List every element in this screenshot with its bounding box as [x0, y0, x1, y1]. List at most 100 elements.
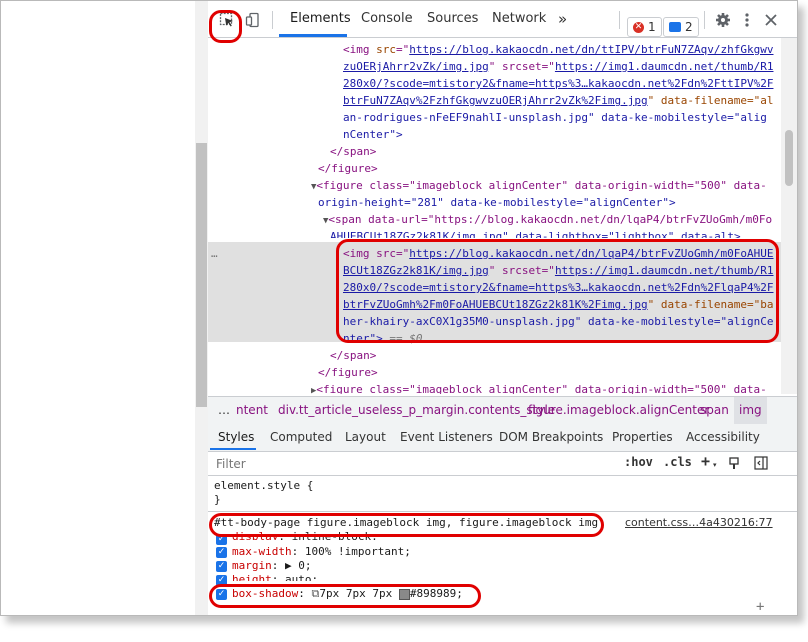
class-toggle[interactable]: .cls [663, 455, 692, 469]
dom-line[interactable]: btrFuN7ZAqv%2FzhfGkgwvzuOERjAhrr2vZk%2Fi… [343, 92, 773, 109]
css-selector[interactable]: #tt-body-page figure.imageblock img, fig… [214, 516, 598, 530]
message-icon [669, 22, 681, 32]
srcset-link-cont[interactable]: 280x0/?scode=mtistory2&fname=https%3…kak… [343, 281, 773, 294]
dom-line[interactable]: 280x0/?scode=mtistory2&fname=https%3…kak… [343, 75, 773, 92]
screenshot-frame: Elements Console Sources Network » ✕ 1 2 [0, 0, 798, 616]
srcset-link-cont[interactable]: 280x0/?scode=mtistory2&fname=https%3…kak… [343, 77, 773, 90]
elements-scrollbar-thumb[interactable] [785, 130, 793, 186]
color-swatch[interactable] [398, 588, 410, 600]
more-tabs-button[interactable]: » [558, 1, 567, 37]
more-menu-icon[interactable] [738, 11, 756, 29]
dom-line[interactable]: ▼<span data-url="https://blog.kakaocdn.n… [323, 211, 772, 228]
element-style-rule[interactable]: element.style { [214, 479, 313, 493]
elements-scrollbar[interactable] [781, 38, 797, 394]
dom-attr-text: AHUEBCUt18ZGz2k81K/img.jpg" data-lightbo… [330, 230, 741, 238]
selected-node-marker: == $0 [382, 332, 423, 345]
img-src-link[interactable]: https://blog.kakaocdn.net/dn/lqaP4/btrFv… [409, 247, 773, 260]
tab-sources[interactable]: Sources [427, 1, 478, 37]
dom-line[interactable]: nCenter"> [343, 126, 403, 143]
close-icon[interactable] [762, 11, 780, 29]
property-checkbox[interactable]: ✓ [216, 589, 227, 600]
dom-line[interactable]: ▶<figure class="imageblock alignCenter" … [311, 381, 767, 394]
css-declaration[interactable]: display: inline-block; [232, 530, 378, 540]
dom-line-selected[interactable]: nter"> == $0 [343, 330, 423, 347]
property-checkbox[interactable]: ✓ [216, 534, 227, 545]
dom-attr-text: " data-filename="ba [647, 298, 774, 311]
tab-network[interactable]: Network [492, 1, 546, 37]
srcset-link[interactable]: https://img1.daumcdn.net/thumb/R1 [555, 264, 774, 277]
property-checkbox[interactable]: ✓ [216, 575, 227, 586]
hover-state-toggle[interactable]: :hov [624, 455, 653, 469]
node-actions-ellipsis[interactable]: … [211, 245, 218, 262]
toolbar-divider [272, 11, 273, 29]
breadcrumb-item[interactable]: div.tt_article_useless_p_margin.contents… [278, 397, 555, 424]
message-badge[interactable]: 2 [663, 17, 699, 37]
css-declaration[interactable]: margin: ▶ 0; [232, 559, 312, 573]
active-tab-indicator [279, 34, 347, 37]
tab-dom-breakpoints[interactable]: DOM Breakpoints [499, 424, 603, 450]
dom-line-selected[interactable]: <img src="https://blog.kakaocdn.net/dn/l… [343, 245, 773, 262]
dom-line[interactable]: </span> [330, 143, 376, 160]
breadcrumb-item[interactable]: figure.imageblock.alignCenter [528, 397, 709, 424]
property-checkbox[interactable]: ✓ [216, 561, 227, 572]
dom-line-selected[interactable]: 280x0/?scode=mtistory2&fname=https%3…kak… [343, 279, 773, 296]
tab-properties[interactable]: Properties [612, 424, 673, 450]
paint-bucket-icon[interactable] [726, 454, 744, 472]
dom-close-tag: </figure> [318, 366, 378, 379]
img-src-link-cont[interactable]: BCUt18ZGz2k81K/img.jpg [343, 264, 489, 277]
dom-open-tag: <span data-url="https://blog.kakaocdn.ne… [328, 213, 773, 226]
tab-styles[interactable]: Styles [218, 424, 254, 450]
styles-filter-bar: :hov .cls + ▾ [208, 452, 797, 476]
tab-console[interactable]: Console [361, 1, 413, 37]
breadcrumb-item[interactable]: ntent [236, 397, 268, 424]
device-toggle-icon[interactable] [244, 11, 262, 29]
dom-line[interactable]: </figure> [318, 160, 378, 177]
srcset-link-cont[interactable]: btrFuN7ZAqv%2FzhfGkgwvzuOERjAhrr2vZk%2Fi… [343, 94, 648, 107]
tab-computed[interactable]: Computed [270, 424, 332, 450]
page-viewport [1, 1, 195, 615]
dom-line[interactable]: origin-height="281" data-ke-mobilestyle=… [318, 194, 676, 211]
property-checkbox[interactable]: ✓ [216, 547, 227, 558]
rule-close-brace: } [214, 493, 221, 506]
css-declaration-box-shadow[interactable]: box-shadow: ⧉7px 7px 7px #898989; [232, 587, 463, 601]
tab-event-listeners[interactable]: Event Listeners [400, 424, 493, 450]
new-rule-button[interactable]: + [701, 452, 710, 470]
img-src-link-cont[interactable]: zuOERjAhrr2vZk/img.jpg [343, 60, 489, 73]
dom-line-selected[interactable]: btrFvZUoGmh%2Fm0FoAHUEBCUt18ZGz2k81K%2Fi… [343, 296, 773, 313]
css-declaration[interactable]: max-width: 100% !important; [232, 545, 411, 559]
srcset-link[interactable]: https://img1.daumcdn.net/thumb/R1 [555, 60, 774, 73]
dom-attr-text: " srcset=" [488, 60, 555, 73]
tab-layout[interactable]: Layout [345, 424, 386, 450]
css-declaration[interactable]: height: auto; [232, 573, 318, 581]
srcset-link-cont[interactable]: btrFvZUoGmh%2Fm0FoAHUEBCUt18ZGz2k81K%2Fi… [343, 298, 648, 311]
breadcrumb-item[interactable]: span [700, 397, 729, 424]
stylesheet-source-link[interactable]: content.css…4a430216:77 [625, 516, 773, 530]
dom-attr-text: nter"> [343, 332, 383, 345]
dom-line-selected[interactable]: her-khairy-axC0X1g35M0-unsplash.jpg" dat… [343, 313, 773, 330]
filter-input[interactable] [214, 453, 618, 475]
dom-line[interactable]: ▼<figure class="imageblock alignCenter" … [311, 177, 767, 194]
tab-elements[interactable]: Elements [290, 1, 351, 37]
page-scrollbar-thumb[interactable] [196, 143, 207, 407]
breadcrumb-overflow[interactable]: … [218, 397, 230, 424]
new-rule-caret-icon[interactable]: ▾ [713, 461, 717, 469]
add-declaration-button[interactable]: + [756, 600, 764, 614]
stylesheet-source-text[interactable]: content.css…4a430216:77 [625, 516, 773, 529]
img-src-link[interactable]: https://blog.kakaocdn.net/dn/ttIPV/btrFu… [409, 43, 773, 56]
breadcrumb-item-current[interactable]: img [734, 397, 767, 424]
dom-attr-text: her-khairy-axC0X1g35M0-unsplash.jpg" dat… [343, 315, 774, 328]
dom-line[interactable]: zuOERjAhrr2vZk/img.jpg" srcset="https://… [343, 58, 773, 75]
dom-line[interactable]: </figure> [318, 364, 378, 381]
settings-gear-icon[interactable] [714, 11, 732, 29]
toggle-sidebar-icon[interactable] [752, 454, 770, 472]
error-count: 1 [648, 20, 656, 34]
dom-open-tag: <img src=" [343, 247, 410, 260]
tab-accessibility[interactable]: Accessibility [686, 424, 760, 450]
dom-line[interactable]: <img src="https://blog.kakaocdn.net/dn/t… [343, 41, 774, 58]
error-badge[interactable]: ✕ 1 [627, 17, 662, 37]
dom-line[interactable]: AHUEBCUt18ZGz2k81K/img.jpg" data-lightbo… [330, 228, 741, 238]
dom-line-selected[interactable]: BCUt18ZGz2k81K/img.jpg" srcset="https://… [343, 262, 773, 279]
dom-line[interactable]: </span> [330, 347, 376, 364]
inspect-element-icon[interactable] [218, 11, 236, 29]
dom-line[interactable]: an-rodrigues-nFeEF9nahlI-unsplash.jpg" d… [343, 109, 767, 126]
